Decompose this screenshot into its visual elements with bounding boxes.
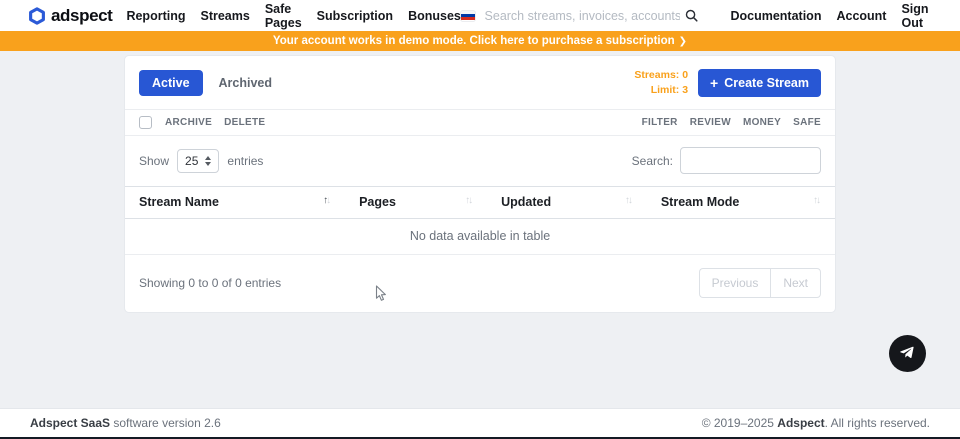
page-footer: Adspect SaaS software version 2.6 © 2019… bbox=[0, 408, 960, 437]
brand-logo[interactable]: adspect bbox=[28, 6, 112, 26]
create-stream-label: Create Stream bbox=[724, 76, 809, 90]
tab-archived[interactable]: Archived bbox=[219, 76, 273, 90]
tab-active[interactable]: Active bbox=[139, 70, 203, 96]
table-controls: Show 25 entries Search: bbox=[125, 136, 835, 186]
purchase-subscription-link[interactable]: Your account works in demo mode. Click h… bbox=[273, 35, 687, 47]
copyright-text: © 2019–2025 Adspect. All rights reserved… bbox=[702, 416, 930, 430]
version-text: Adspect SaaS software version 2.6 bbox=[30, 416, 221, 430]
streams-limit: Limit: 3 bbox=[634, 83, 688, 98]
toggle-filter[interactable]: FILTER bbox=[642, 117, 678, 128]
bulk-actions-toolbar: ARCHIVE DELETE FILTER REVIEW MONEY SAFE bbox=[125, 109, 835, 136]
card-header: Active Archived Streams: 0 Limit: 3 + Cr… bbox=[125, 56, 835, 109]
select-all-checkbox[interactable] bbox=[139, 116, 152, 129]
table-search-input[interactable] bbox=[680, 147, 821, 174]
table-footer: Showing 0 to 0 of 0 entries Previous Nex… bbox=[125, 255, 835, 312]
brand-name: adspect bbox=[51, 6, 112, 26]
entries-label: entries bbox=[227, 154, 263, 168]
adspect-hexagon-icon bbox=[28, 7, 46, 25]
col-stream-mode[interactable]: Stream Mode ↑↓ bbox=[647, 187, 835, 219]
col-pages[interactable]: Pages ↑↓ bbox=[345, 187, 487, 219]
sort-both-icon: ↑↓ bbox=[625, 195, 633, 206]
top-navbar: adspect Reporting Streams Safe Pages Sub… bbox=[0, 0, 960, 31]
col-updated[interactable]: Updated ↑↓ bbox=[487, 187, 647, 219]
delete-action[interactable]: DELETE bbox=[224, 117, 265, 128]
link-account[interactable]: Account bbox=[836, 9, 886, 23]
sort-asc-icon: ↑↓ bbox=[323, 195, 331, 206]
search-icon[interactable] bbox=[684, 8, 699, 23]
select-arrows-icon bbox=[205, 156, 211, 166]
plus-icon: + bbox=[710, 76, 718, 90]
empty-message: No data available in table bbox=[125, 219, 835, 255]
toggle-money[interactable]: MONEY bbox=[743, 117, 781, 128]
column-toggles: FILTER REVIEW MONEY SAFE bbox=[630, 117, 821, 128]
show-label: Show bbox=[139, 154, 169, 168]
toggle-safe[interactable]: SAFE bbox=[793, 117, 821, 128]
demo-mode-banner: Your account works in demo mode. Click h… bbox=[0, 31, 960, 51]
navbar-right: Documentation Account Sign Out bbox=[461, 2, 949, 30]
menu-item-reporting[interactable]: Reporting bbox=[126, 9, 185, 23]
create-stream-button[interactable]: + Create Stream bbox=[698, 69, 821, 97]
previous-page-button[interactable]: Previous bbox=[699, 268, 771, 298]
main-area: Active Archived Streams: 0 Limit: 3 + Cr… bbox=[0, 55, 960, 408]
banner-text: Your account works in demo mode. Click h… bbox=[273, 35, 675, 47]
telegram-plane-icon bbox=[897, 343, 918, 364]
menu-item-safe-pages[interactable]: Safe Pages bbox=[265, 2, 302, 30]
table-search: Search: bbox=[632, 147, 821, 174]
streams-card: Active Archived Streams: 0 Limit: 3 + Cr… bbox=[124, 55, 836, 313]
toggle-review[interactable]: REVIEW bbox=[690, 117, 731, 128]
entries-info: Showing 0 to 0 of 0 entries bbox=[139, 276, 281, 290]
link-documentation[interactable]: Documentation bbox=[730, 9, 821, 23]
page-length-value: 25 bbox=[185, 154, 198, 168]
chevron-right-icon: ❯ bbox=[679, 36, 687, 47]
streams-count: Streams: 0 bbox=[634, 68, 688, 83]
main-menu: Reporting Streams Safe Pages Subscriptio… bbox=[126, 2, 460, 30]
sort-both-icon: ↑↓ bbox=[813, 195, 821, 206]
telegram-button[interactable] bbox=[889, 335, 926, 372]
link-sign-out[interactable]: Sign Out bbox=[901, 2, 948, 30]
streams-table: Stream Name ↑↓ Pages ↑↓ Updated ↑↓ Strea… bbox=[125, 186, 835, 255]
page-length-select[interactable]: 25 bbox=[177, 149, 219, 173]
table-search-label: Search: bbox=[632, 154, 673, 168]
empty-row: No data available in table bbox=[125, 219, 835, 255]
pagination: Previous Next bbox=[699, 268, 821, 298]
table-header-row: Stream Name ↑↓ Pages ↑↓ Updated ↑↓ Strea… bbox=[125, 187, 835, 219]
menu-item-bonuses[interactable]: Bonuses bbox=[408, 9, 461, 23]
next-page-button[interactable]: Next bbox=[770, 268, 821, 298]
russian-flag-icon[interactable] bbox=[461, 11, 475, 21]
col-stream-name[interactable]: Stream Name ↑↓ bbox=[125, 187, 345, 219]
card-header-right: Streams: 0 Limit: 3 + Create Stream bbox=[634, 68, 821, 98]
menu-item-streams[interactable]: Streams bbox=[200, 9, 249, 23]
archive-action[interactable]: ARCHIVE bbox=[165, 117, 212, 128]
quota-info: Streams: 0 Limit: 3 bbox=[634, 68, 688, 98]
sort-both-icon: ↑↓ bbox=[465, 195, 473, 206]
menu-item-subscription[interactable]: Subscription bbox=[317, 9, 393, 23]
global-search-input[interactable] bbox=[485, 9, 681, 23]
